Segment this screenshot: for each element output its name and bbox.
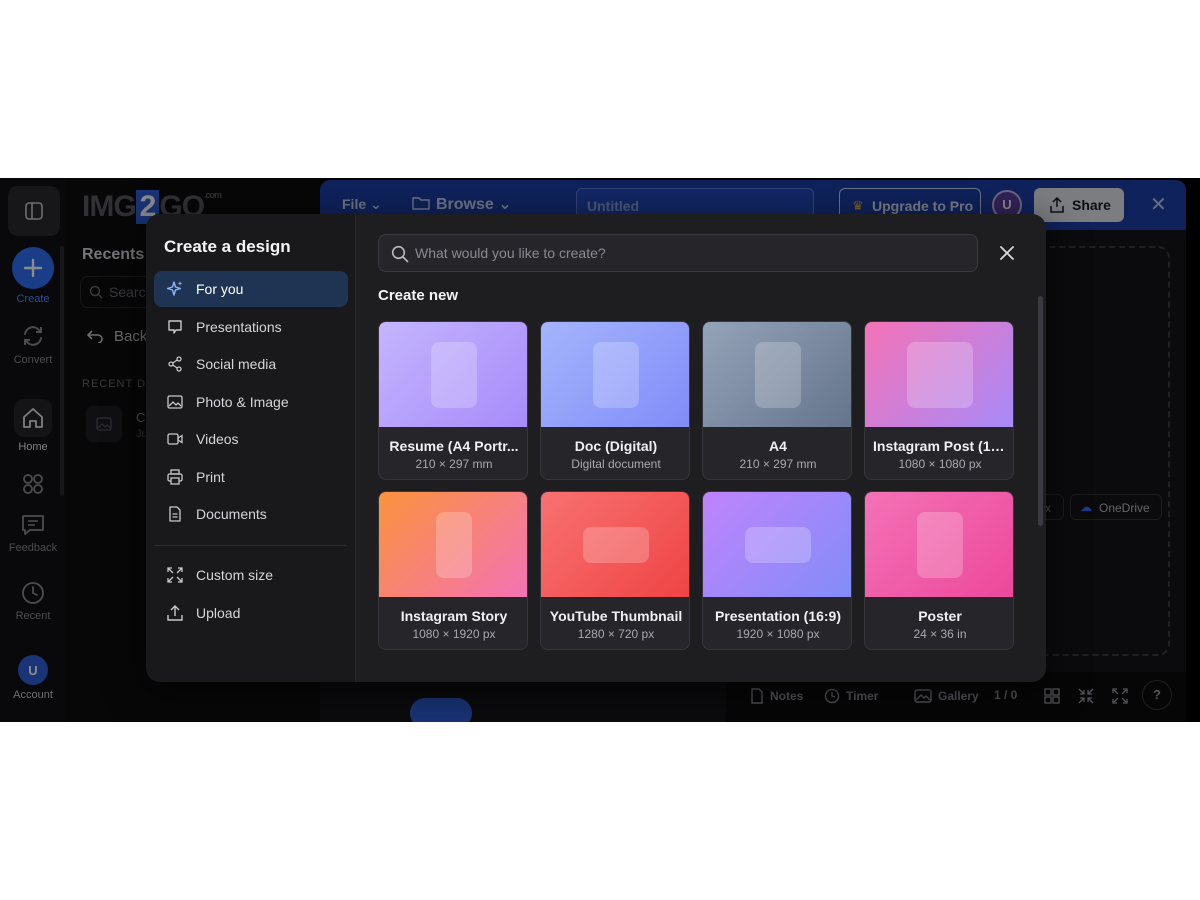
template-shape bbox=[907, 341, 973, 408]
template-preview bbox=[541, 322, 689, 427]
template-preview bbox=[379, 492, 527, 597]
nav-upload[interactable]: Upload bbox=[154, 595, 348, 631]
template-card[interactable]: Presentation (16:9) 1920 × 1080 px bbox=[702, 491, 852, 650]
template-name: Poster bbox=[918, 608, 962, 624]
template-name: A4 bbox=[769, 438, 787, 454]
template-card[interactable]: YouTube Thumbnail 1280 × 720 px bbox=[540, 491, 690, 650]
template-preview bbox=[703, 322, 851, 427]
nav-label: Print bbox=[196, 469, 225, 485]
nav-social-media[interactable]: Social media bbox=[154, 346, 348, 382]
modal-scrollbar[interactable] bbox=[1038, 296, 1043, 526]
template-shape bbox=[745, 526, 811, 563]
nav-custom-size[interactable]: Custom size bbox=[154, 557, 348, 593]
template-name: Presentation (16:9) bbox=[714, 608, 842, 624]
nav-label: Documents bbox=[196, 506, 267, 522]
sparkle-icon bbox=[166, 280, 184, 298]
nav-documents[interactable]: Documents bbox=[154, 496, 348, 532]
nav-print[interactable]: Print bbox=[154, 459, 348, 495]
nav-label: Custom size bbox=[196, 567, 274, 583]
resize-icon bbox=[166, 566, 184, 584]
template-dimensions: 1280 × 720 px bbox=[577, 627, 655, 641]
nav-label: Videos bbox=[196, 431, 239, 447]
nav-for-you[interactable]: For you bbox=[154, 271, 348, 307]
printer-icon bbox=[166, 468, 184, 486]
template-preview bbox=[541, 492, 689, 597]
nav-label: For you bbox=[196, 281, 244, 297]
close-modal-button[interactable] bbox=[996, 242, 1018, 264]
template-shape bbox=[917, 511, 963, 578]
template-name: Resume (A4 Portr... bbox=[389, 438, 519, 454]
template-preview bbox=[865, 492, 1013, 597]
template-card[interactable]: Instagram Post (1:1) 1080 × 1080 px bbox=[864, 321, 1014, 480]
search-icon bbox=[391, 245, 409, 263]
modal-content: Create new Resume (A4 Portr... 210 × 297… bbox=[356, 214, 1046, 682]
template-name: Instagram Post (1:1) bbox=[873, 438, 1008, 454]
nav-label: Upload bbox=[196, 605, 241, 621]
template-dimensions: 1080 × 1920 px bbox=[412, 627, 496, 641]
template-card[interactable]: Resume (A4 Portr... 210 × 297 mm bbox=[378, 321, 528, 480]
app-window: Create Convert Home Feedback Recent U Ac… bbox=[0, 178, 1200, 722]
nav-label: Social media bbox=[196, 356, 277, 372]
template-dimensions: 210 × 297 mm bbox=[739, 457, 817, 471]
nav-photo-image[interactable]: Photo & Image bbox=[154, 384, 348, 420]
template-preview bbox=[379, 322, 527, 427]
template-shape bbox=[583, 526, 649, 563]
design-search-input[interactable] bbox=[415, 235, 955, 271]
template-shape bbox=[436, 511, 472, 578]
video-icon bbox=[166, 430, 184, 448]
template-name: Instagram Story bbox=[400, 608, 508, 624]
template-shape bbox=[431, 341, 477, 408]
document-icon bbox=[166, 505, 184, 523]
template-card[interactable]: A4 210 × 297 mm bbox=[702, 321, 852, 480]
design-search-box[interactable] bbox=[378, 234, 978, 272]
close-icon bbox=[1000, 246, 1014, 260]
template-dimensions: 24 × 36 in bbox=[913, 627, 967, 641]
template-shape bbox=[755, 341, 801, 408]
image-icon bbox=[166, 393, 184, 411]
share-icon bbox=[166, 355, 184, 373]
template-card[interactable]: Doc (Digital) Digital document bbox=[540, 321, 690, 480]
template-name: YouTube Thumbnail bbox=[549, 608, 683, 624]
nav-divider bbox=[154, 545, 346, 546]
template-dimensions: 210 × 297 mm bbox=[415, 457, 493, 471]
modal-sidebar: Create a design For you Presentations So… bbox=[146, 214, 356, 682]
modal-title: Create a design bbox=[164, 237, 291, 256]
create-design-modal: Create a design For you Presentations So… bbox=[146, 214, 1046, 682]
nav-presentations[interactable]: Presentations bbox=[154, 309, 348, 345]
template-dimensions: Digital document bbox=[571, 457, 661, 471]
template-card[interactable]: Instagram Story 1080 × 1920 px bbox=[378, 491, 528, 650]
presentation-icon bbox=[166, 318, 184, 336]
template-card[interactable]: Poster 24 × 36 in bbox=[864, 491, 1014, 650]
template-shape bbox=[593, 341, 639, 408]
template-dimensions: 1920 × 1080 px bbox=[736, 627, 820, 641]
template-preview bbox=[865, 322, 1013, 427]
create-new-heading: Create new bbox=[378, 287, 459, 304]
nav-videos[interactable]: Videos bbox=[154, 421, 348, 457]
template-dimensions: 1080 × 1080 px bbox=[898, 457, 982, 471]
nav-label: Presentations bbox=[196, 319, 282, 335]
nav-label: Photo & Image bbox=[196, 394, 289, 410]
template-preview bbox=[703, 492, 851, 597]
upload-icon bbox=[166, 604, 184, 622]
template-name: Doc (Digital) bbox=[574, 438, 658, 454]
